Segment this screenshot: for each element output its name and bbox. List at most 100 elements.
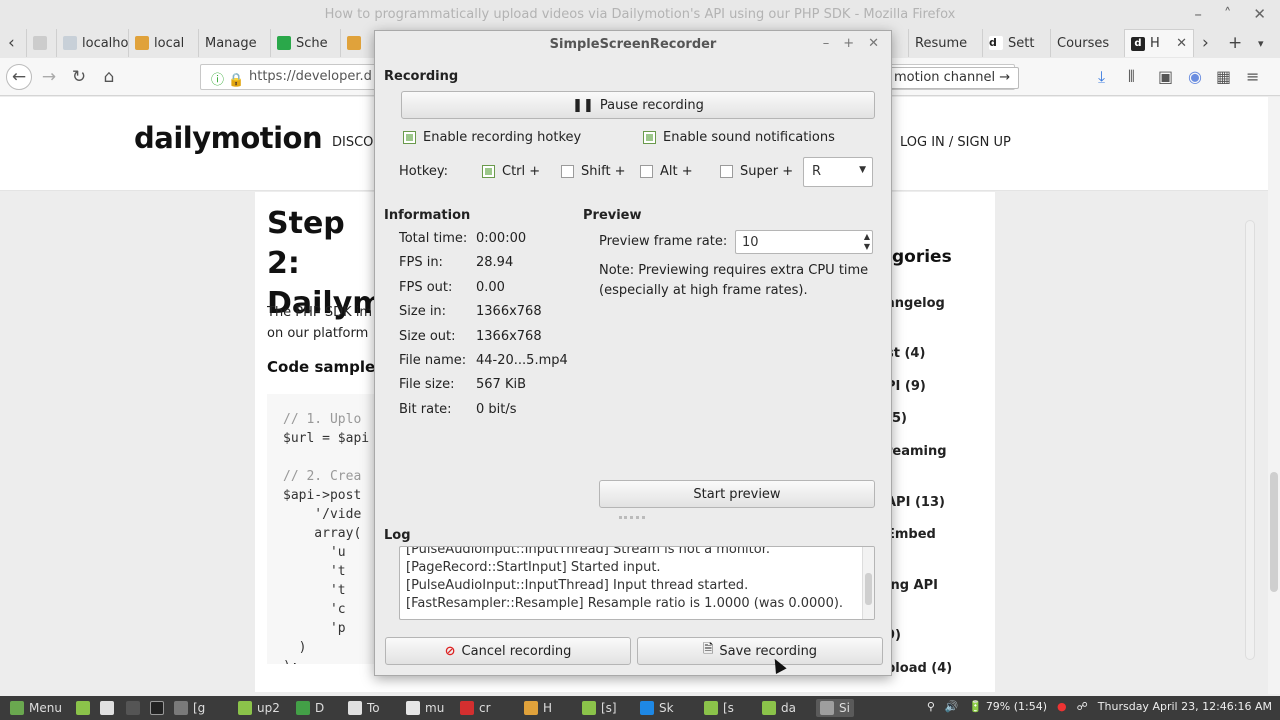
preview-frame-rate-input[interactable]: 10 ▲ ▼ (735, 230, 873, 254)
quicklaunch-firefox[interactable] (96, 699, 118, 717)
minimize-icon[interactable]: – (1194, 5, 1202, 23)
page-action-label: motion channel (894, 70, 996, 85)
close-icon[interactable]: ✕ (1253, 5, 1266, 23)
login-signup-link[interactable]: LOG IN / SIGN UP (900, 135, 1011, 150)
save-recording-button[interactable]: 🗎 Save recording (637, 637, 883, 665)
tab-resume[interactable]: Resume (908, 29, 982, 57)
cancel-recording-button[interactable]: ⊘ Cancel recording (385, 637, 631, 665)
tab-scroll-right-icon[interactable]: › (1202, 33, 1209, 53)
code-line: $api->post (283, 488, 362, 503)
article-scrollbar[interactable] (1245, 220, 1255, 660)
category-link[interactable]: ing API (886, 578, 938, 593)
extension-2-icon[interactable]: ▦ (1216, 67, 1231, 86)
info-value: 0:00:00 (476, 231, 527, 246)
app-icon (406, 701, 420, 715)
taskbar-window-button[interactable]: [s] (578, 699, 621, 717)
tab-settings[interactable]: d Sett (982, 29, 1050, 57)
log-scrollbar[interactable] (862, 547, 874, 619)
hotkey-key-select[interactable]: R ▼ (803, 157, 873, 187)
new-tab-icon[interactable]: + (1228, 33, 1242, 53)
dailymotion-logo[interactable]: dailymotion (134, 121, 323, 155)
hamburger-menu-icon[interactable]: ≡ (1246, 67, 1259, 86)
shell-icon (150, 701, 164, 715)
quicklaunch-shell[interactable] (146, 699, 168, 717)
download-icon[interactable]: ⤓ (1098, 67, 1105, 87)
taskbar-window-button[interactable]: D (292, 699, 328, 717)
category-link[interactable]: API (13) (886, 495, 945, 510)
back-icon[interactable]: ← (6, 64, 32, 90)
start-preview-button[interactable]: Start preview (599, 480, 875, 508)
page-scrollbar[interactable] (1268, 97, 1280, 694)
taskbar-window-button[interactable]: Sk (636, 699, 678, 717)
taskbar-window-button[interactable]: mu (402, 699, 448, 717)
tab-partial[interactable] (340, 29, 374, 57)
category-link[interactable]: pload (4) (886, 661, 952, 676)
tab-localhost-2[interactable]: local (128, 29, 198, 57)
tab-close-icon[interactable]: ✕ (1176, 36, 1187, 51)
forward-icon[interactable]: → (36, 64, 62, 90)
tab-courses[interactable]: Courses (1050, 29, 1124, 57)
maximize-icon[interactable]: + (843, 36, 854, 51)
start-menu-button[interactable]: Menu (6, 699, 66, 717)
maximize-icon[interactable]: ˄ (1224, 5, 1232, 23)
recording-tray-icon[interactable]: ● (1057, 700, 1067, 713)
spinner-icon[interactable]: ▲ ▼ (864, 232, 870, 252)
tab-pinned[interactable] (26, 29, 50, 57)
taskbar-window-button[interactable]: [s (700, 699, 738, 717)
quicklaunch-files[interactable] (72, 699, 94, 717)
network-icon[interactable]: ☍ (1077, 700, 1088, 713)
site-nav-discover[interactable]: DISCO (332, 135, 373, 150)
reload-icon[interactable]: ↻ (66, 64, 92, 90)
category-link[interactable]: reaming (886, 444, 947, 459)
volume-icon[interactable]: 🔊 (945, 700, 959, 713)
info-label: FPS in: (399, 255, 443, 271)
tab-manage[interactable]: Manage (198, 29, 268, 57)
app-icon (238, 701, 252, 715)
log-textbox[interactable]: [PulseAudioInput::InputThread] Stream is… (399, 546, 875, 620)
tab-list-icon[interactable]: ▾ (1258, 37, 1264, 50)
sidebar-icon[interactable]: ▣ (1158, 67, 1173, 86)
preview-frame-rate-value: 10 (742, 235, 759, 250)
taskbar-window-button[interactable]: up2 (234, 699, 284, 717)
taskbar-window-button[interactable]: H (520, 699, 556, 717)
tab-schedule[interactable]: Sche (270, 29, 336, 57)
checkbox-checked-icon (482, 165, 495, 178)
quicklaunch-terminal[interactable] (122, 699, 144, 717)
app-icon (762, 701, 776, 715)
minimize-icon[interactable]: – (823, 36, 830, 51)
tab-active-dailymotion[interactable]: d H ✕ (1124, 29, 1194, 57)
enable-sound-checkbox[interactable]: Enable sound notifications (643, 130, 835, 145)
tab-localhost-1[interactable]: localho (56, 29, 128, 57)
alt-checkbox[interactable]: Alt + (640, 164, 693, 179)
mint-menu-icon (10, 701, 24, 715)
category-link[interactable]: angelog (886, 296, 945, 311)
page-scrollbar-thumb[interactable] (1270, 472, 1278, 592)
super-checkbox[interactable]: Super + (720, 164, 793, 179)
close-icon[interactable]: ✕ (868, 36, 879, 51)
app-icon (524, 701, 538, 715)
clock[interactable]: Thursday April 23, 12:46:16 AM (1098, 700, 1272, 713)
taskbar-window-button[interactable]: Si (816, 699, 854, 717)
library-icon[interactable]: ⫴ (1128, 67, 1135, 87)
taskbar-window-button[interactable]: da (758, 699, 800, 717)
ctrl-checkbox[interactable]: Ctrl + (482, 164, 540, 179)
extension-icon[interactable]: ◉ (1188, 67, 1202, 86)
taskbar-window-button[interactable]: [g (170, 699, 209, 717)
category-link[interactable]: Embed (886, 527, 936, 542)
log-scrollbar-thumb[interactable] (865, 573, 872, 605)
tab-scroll-left-icon[interactable]: ‹ (8, 33, 15, 53)
recorder-title: SimpleScreenRecorder (549, 37, 717, 52)
splitter-handle[interactable] (619, 516, 645, 519)
battery-indicator[interactable]: 🔋 79% (1:54) (969, 700, 1047, 713)
home-icon[interactable]: ⌂ (96, 64, 122, 90)
taskbar-window-button[interactable]: cr (456, 699, 495, 717)
taskbar-window-label: mu (425, 701, 445, 715)
tab-favicon-icon (347, 36, 361, 50)
page-action-chip[interactable]: motion channel → (885, 67, 1020, 89)
taskbar-window-label: Si (839, 701, 850, 715)
user-icon[interactable]: ⚲ (927, 700, 935, 713)
shift-checkbox[interactable]: Shift + (561, 164, 626, 179)
pause-recording-button[interactable]: ❚❚ Pause recording (401, 91, 875, 119)
enable-hotkey-checkbox[interactable]: Enable recording hotkey (403, 130, 581, 145)
taskbar-window-button[interactable]: To (344, 699, 384, 717)
